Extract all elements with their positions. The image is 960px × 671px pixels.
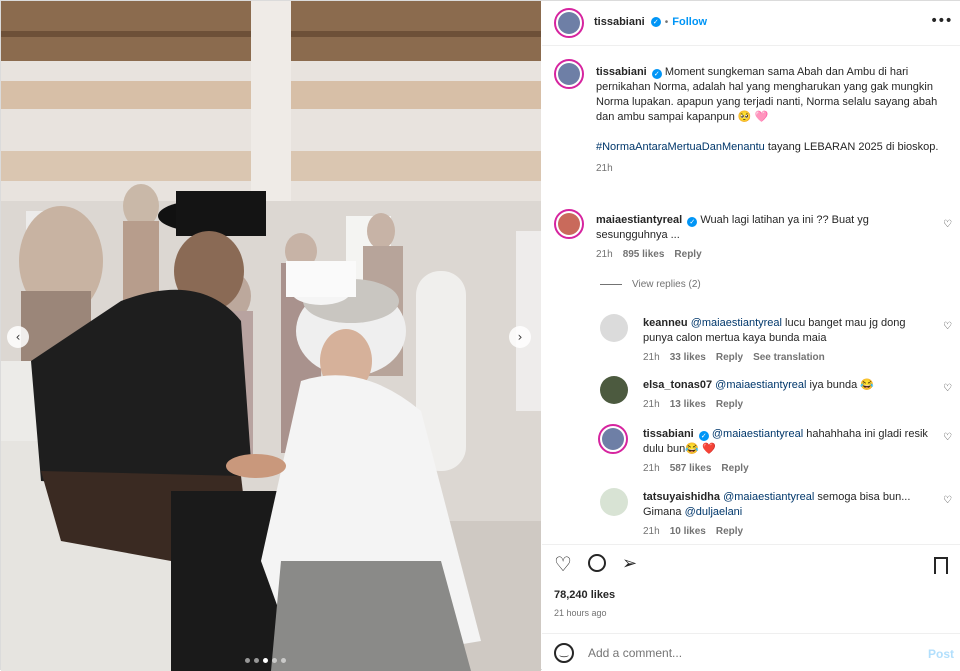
comment-time[interactable]: 21h [643,526,660,537]
comment-reply-button[interactable]: Reply [716,399,743,410]
see-translation-button[interactable]: See translation [753,352,825,363]
author-avatar[interactable] [554,8,584,38]
comment-input[interactable] [588,642,908,664]
post-photo[interactable]: ‹ › [1,1,541,671]
post-side-panel: tissabiani ✓ • Follow ••• tissabiani ✓ M… [542,1,960,671]
comment-text: iya bunda 😂 [809,379,874,391]
chevron-left-icon: ‹ [15,330,21,344]
comment-composer: ‿ Post [542,633,960,671]
comment-username[interactable]: elsa_tonas07 [643,379,712,391]
caption: tissabiani ✓ Moment sungkeman sama Abah … [596,65,946,174]
comment-mention[interactable]: @maiaestiantyreal [723,491,814,503]
follow-button[interactable]: Follow [672,16,707,28]
separator-dot: • [664,16,669,28]
verified-badge-icon: ✓ [698,431,709,441]
comment-reply-button[interactable]: Reply [721,463,748,474]
instagram-post-window: ‹ › tissabiani ✓ • Follow ••• tissabiani… [0,0,960,671]
like-heart-icon[interactable]: ♡ [554,552,572,576]
like-heart-icon[interactable]: ♡ [943,495,952,506]
bookmark-icon[interactable] [934,557,948,574]
carousel-dot-active [263,658,268,663]
comment-likes[interactable]: 33 likes [670,352,706,363]
caption-tail: tayang LEBARAN 2025 di bioskop. [767,141,939,153]
comment-avatar[interactable] [600,314,628,342]
caption-avatar[interactable] [554,59,584,89]
comment-likes[interactable]: 13 likes [670,399,706,410]
caption-time: 21h [596,163,613,174]
comment-username[interactable]: tatsuyaishidha [643,491,720,503]
reply-comment: keanneu @maiaestiantyreal lucu banget ma… [643,316,933,363]
comment-bubble-icon[interactable] [588,554,606,572]
caption-username[interactable]: tissabiani [596,66,647,78]
carousel-indicator [245,658,286,663]
carousel-dot [272,658,277,663]
likes-count[interactable]: 78,240 likes [554,589,615,601]
post-comment-button[interactable]: Post [928,647,954,661]
comment-mention[interactable]: @maiaestiantyreal [691,317,782,329]
comment-reply-button[interactable]: Reply [716,352,743,363]
carousel-dot [245,658,250,663]
comment-mention[interactable]: @duljaelani [685,506,743,518]
carousel-next-button[interactable]: › [509,326,531,348]
caption-hashtag[interactable]: #NormaAntaraMertuaDanMenantu [596,141,765,153]
post-timestamp[interactable]: 21 hours ago [554,608,607,618]
author-username[interactable]: tissabiani [594,16,645,28]
wedding-photo-illustration [1,1,541,671]
comment-avatar[interactable] [600,488,628,516]
verified-badge-icon: ✓ [651,69,662,79]
share-send-icon[interactable]: ➢ [622,553,637,574]
view-replies-toggle[interactable]: View replies (2) [600,279,701,290]
comment: maiaestiantyreal ✓ Wuah lagi latihan ya … [596,213,936,260]
reply-comment: elsa_tonas07 @maiaestiantyreal iya bunda… [643,378,933,410]
carousel-dot [254,658,259,663]
carousel-dot [281,658,286,663]
like-heart-icon[interactable]: ♡ [943,219,952,230]
comment-reply-button[interactable]: Reply [716,526,743,537]
like-heart-icon[interactable]: ♡ [943,383,952,394]
comment-username[interactable]: keanneu [643,317,688,329]
like-heart-icon[interactable]: ♡ [943,432,952,443]
more-horizontal-icon[interactable]: ••• [930,13,953,29]
comment-time[interactable]: 21h [643,463,660,474]
comment-reply-button[interactable]: Reply [674,249,701,260]
caption-text: Moment sungkeman sama Abah dan Ambu di h… [596,66,938,123]
chevron-right-icon: › [517,330,523,344]
comment-username[interactable]: maiaestiantyreal [596,214,682,226]
carousel-prev-button[interactable]: ‹ [7,326,29,348]
comment-avatar[interactable] [600,376,628,404]
comment-likes[interactable]: 895 likes [623,249,665,260]
post-header: tissabiani ✓ • Follow ••• [542,1,960,46]
comment-likes[interactable]: 587 likes [670,463,712,474]
verified-badge-icon: ✓ [650,17,661,27]
comment-likes[interactable]: 10 likes [670,526,706,537]
comment-avatar[interactable] [598,424,628,454]
reply-comment: tissabiani ✓ @maiaestiantyreal hahahhaha… [643,427,933,474]
view-replies-label[interactable]: View replies (2) [632,279,701,290]
comment-avatar[interactable] [554,209,584,239]
comment-time[interactable]: 21h [596,249,613,260]
emoji-icon[interactable]: ‿ [554,643,574,663]
comment-mention[interactable]: @maiaestiantyreal [712,428,803,440]
like-heart-icon[interactable]: ♡ [943,321,952,332]
comment-time[interactable]: 21h [643,352,660,363]
comment-username[interactable]: tissabiani [643,428,694,440]
comment-mention[interactable]: @maiaestiantyreal [715,379,806,391]
verified-badge-icon: ✓ [687,217,698,227]
comment-time[interactable]: 21h [643,399,660,410]
reply-comment: tatsuyaishidha @maiaestiantyreal semoga … [643,490,933,537]
